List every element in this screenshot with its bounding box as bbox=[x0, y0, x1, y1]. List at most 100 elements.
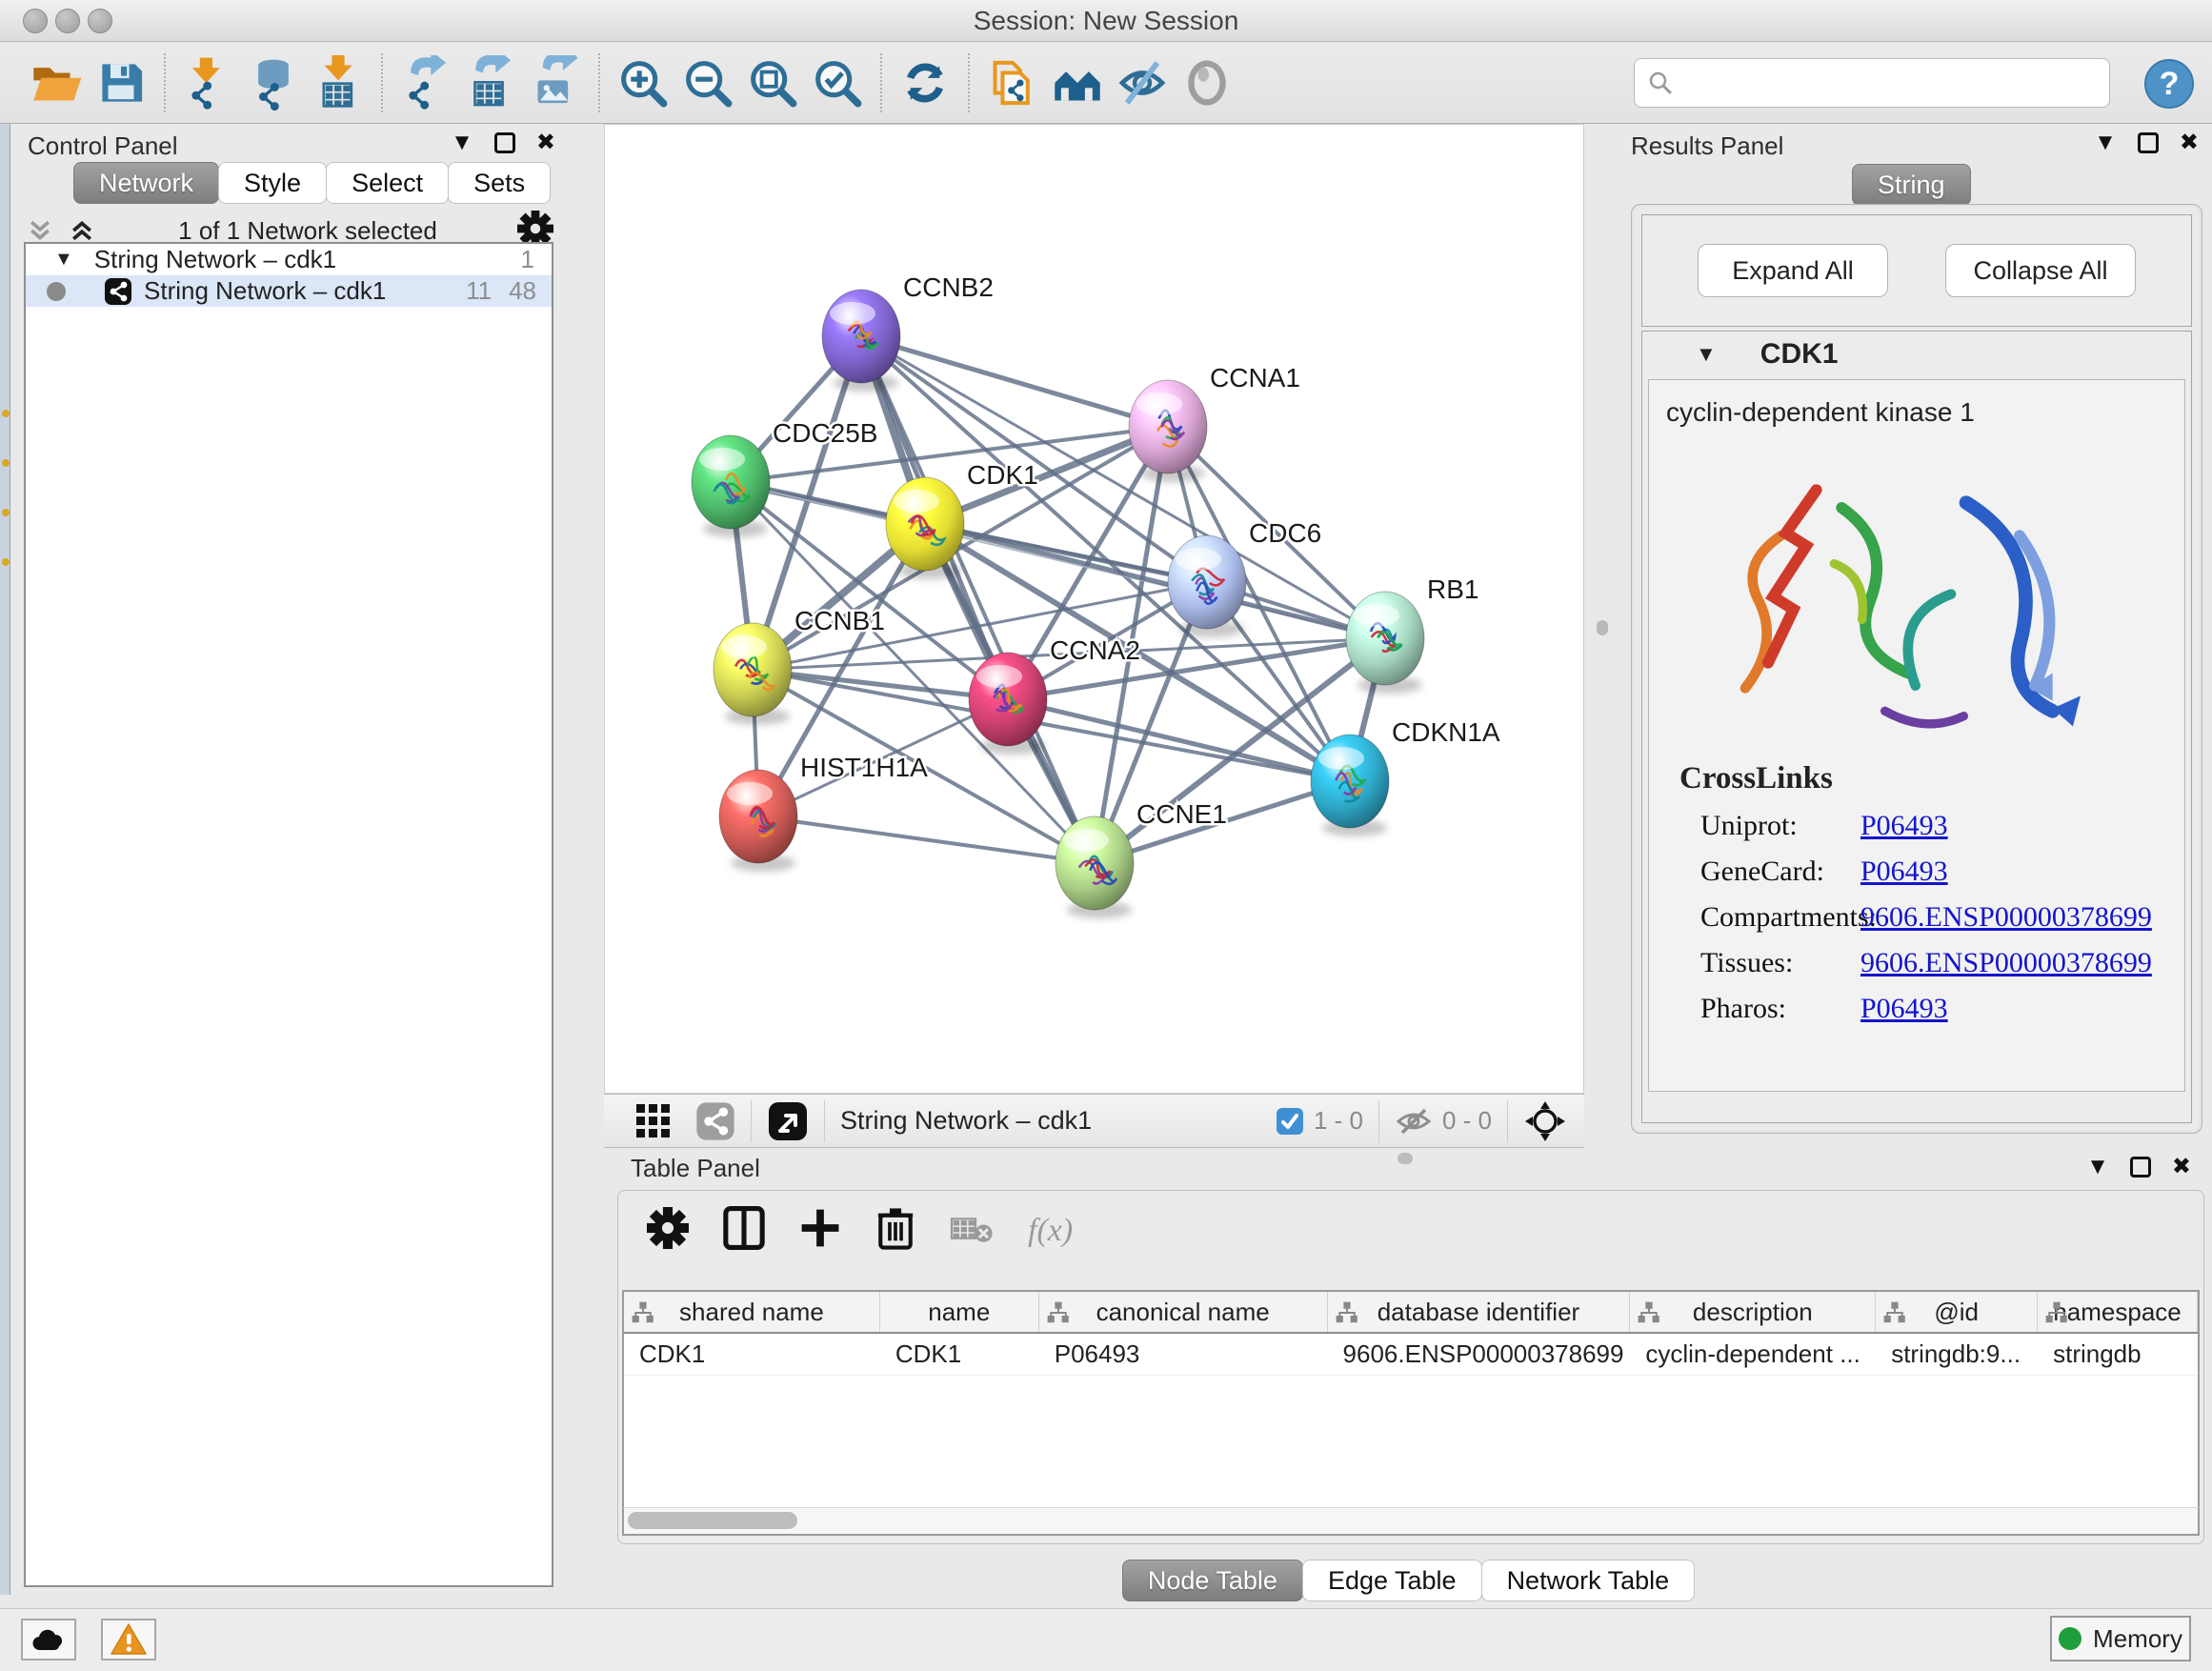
save-session-button[interactable] bbox=[93, 55, 149, 111]
table-panel-close-icon[interactable]: ✖ bbox=[2172, 1156, 2191, 1178]
column-header-description[interactable]: description bbox=[1630, 1292, 1876, 1332]
node-HIST1H1A[interactable] bbox=[719, 770, 797, 872]
column-header-database-identifier[interactable]: database identifier bbox=[1328, 1292, 1631, 1332]
zoom-in-button[interactable] bbox=[615, 55, 671, 111]
node-table[interactable]: shared namenamecanonical namedatabase id… bbox=[622, 1290, 2200, 1507]
network-overview-icon[interactable] bbox=[695, 1101, 735, 1141]
zoom-selected-button[interactable] bbox=[810, 55, 865, 111]
control-panel-menu-icon[interactable]: ▼ bbox=[451, 131, 473, 154]
expand-all-networks-icon[interactable] bbox=[66, 216, 98, 245]
collapse-all-networks-icon[interactable] bbox=[24, 216, 56, 245]
search-icon bbox=[1646, 69, 1675, 97]
canvas-results-splitter[interactable] bbox=[1584, 124, 1619, 1094]
birdseye-grid-icon[interactable] bbox=[634, 1102, 673, 1140]
import-table-file-button[interactable] bbox=[311, 55, 366, 111]
results-panel-float-icon[interactable] bbox=[2138, 132, 2159, 153]
node-RB1[interactable] bbox=[1346, 592, 1424, 694]
control-panel-float-icon[interactable] bbox=[494, 132, 515, 153]
tab-string[interactable]: String bbox=[1852, 164, 1971, 206]
refresh-view-button[interactable] bbox=[897, 55, 953, 111]
table-row[interactable]: CDK1CDK1P064939606.ENSP00000378699cyclin… bbox=[624, 1334, 2198, 1376]
collapse-all-button[interactable]: Collapse All bbox=[1945, 244, 2136, 297]
show-graphics-details-button[interactable] bbox=[1179, 55, 1235, 111]
export-table-button[interactable] bbox=[463, 55, 518, 111]
crosslink-link[interactable]: P06493 bbox=[1860, 993, 1948, 1025]
crosslink-link[interactable]: P06493 bbox=[1860, 856, 1948, 888]
tab-edge-table[interactable]: Edge Table bbox=[1302, 1560, 1482, 1601]
tab-sets[interactable]: Sets bbox=[448, 162, 551, 204]
network-row[interactable]: String Network – cdk1 11 48 bbox=[26, 275, 552, 307]
section-collapse-icon[interactable]: ▼ bbox=[1696, 342, 1717, 367]
table-panel-menu-icon[interactable]: ▼ bbox=[2086, 1156, 2109, 1178]
hidden-eye-slash-icon[interactable] bbox=[1395, 1106, 1433, 1137]
node-CCNB1[interactable] bbox=[714, 623, 792, 725]
import-network-database-button[interactable] bbox=[246, 55, 301, 111]
function-builder-button[interactable]: f(x) bbox=[1028, 1213, 1073, 1249]
table-panel-float-icon[interactable] bbox=[2130, 1157, 2151, 1178]
tab-network-table[interactable]: Network Table bbox=[1481, 1560, 1696, 1601]
network-collection-row[interactable]: ▼ String Network – cdk1 1 bbox=[26, 244, 552, 275]
edge-CCNB2-CCNE1[interactable] bbox=[861, 336, 1095, 863]
export-network-button[interactable] bbox=[398, 55, 453, 111]
node-CDKN1A[interactable] bbox=[1311, 735, 1389, 836]
table-settings-button[interactable] bbox=[647, 1207, 689, 1254]
selected-nodes-checkbox-icon[interactable] bbox=[1276, 1107, 1304, 1136]
network-selection-status: 1 of 1 Network selected bbox=[98, 216, 517, 246]
edge-CCNB2-CCNA1[interactable] bbox=[861, 336, 1168, 427]
results-panel-menu-icon[interactable]: ▼ bbox=[2094, 131, 2117, 154]
crosslinks-title: CrossLinks bbox=[1679, 761, 2152, 796]
column-header--id[interactable]: @id bbox=[1876, 1292, 2038, 1332]
help-button[interactable]: ? bbox=[2142, 56, 2197, 111]
edge-HIST1H1A-CCNE1[interactable] bbox=[758, 816, 1095, 863]
tab-style[interactable]: Style bbox=[218, 162, 327, 204]
column-header-shared-name[interactable]: shared name bbox=[624, 1292, 880, 1332]
export-image-icon bbox=[528, 55, 583, 111]
node-CCNE1[interactable] bbox=[1056, 816, 1134, 918]
node-CCNB2[interactable] bbox=[822, 290, 900, 392]
node-label-CCNA1: CCNA1 bbox=[1210, 363, 1300, 393]
control-panel-close-icon[interactable]: ✖ bbox=[536, 131, 555, 154]
table-horizontal-scrollbar[interactable] bbox=[622, 1507, 2200, 1536]
node-CDC25B[interactable] bbox=[692, 435, 770, 537]
tab-select[interactable]: Select bbox=[326, 162, 449, 204]
warnings-button[interactable] bbox=[101, 1619, 156, 1661]
column-header-canonical-name[interactable]: canonical name bbox=[1039, 1292, 1328, 1332]
crosslink-label: Tissues: bbox=[1679, 947, 1860, 979]
clone-network-button[interactable] bbox=[985, 55, 1040, 111]
column-header-name[interactable]: name bbox=[880, 1292, 1039, 1332]
hide-graphics-details-button[interactable] bbox=[1115, 55, 1170, 111]
memory-button[interactable]: Memory bbox=[2050, 1616, 2191, 1661]
tab-network[interactable]: Network bbox=[73, 162, 219, 204]
crosslink-link[interactable]: 9606.ENSP00000378699 bbox=[1860, 901, 2152, 934]
import-network-file-icon bbox=[181, 55, 236, 111]
delete-table-button[interactable] bbox=[950, 1212, 994, 1249]
import-network-file-button[interactable] bbox=[181, 55, 236, 111]
zoom-fit-button[interactable] bbox=[745, 55, 800, 111]
first-neighbors-button[interactable] bbox=[1050, 55, 1105, 111]
show-columns-button[interactable] bbox=[723, 1206, 765, 1255]
fit-content-crosshair-icon[interactable] bbox=[1523, 1099, 1567, 1143]
open-session-button[interactable] bbox=[29, 55, 84, 111]
collection-expander-icon[interactable]: ▼ bbox=[54, 249, 73, 271]
detach-view-icon[interactable] bbox=[767, 1100, 809, 1142]
results-panel-close-icon[interactable]: ✖ bbox=[2180, 131, 2199, 154]
zoom-out-button[interactable] bbox=[680, 55, 735, 111]
table-panel-tabs: Node TableEdge TableNetwork Table bbox=[604, 1560, 2212, 1601]
expand-all-button[interactable]: Expand All bbox=[1698, 244, 1888, 297]
crosslink-link[interactable]: P06493 bbox=[1860, 810, 1948, 842]
scrollbar-thumb[interactable] bbox=[628, 1512, 797, 1529]
node-CCNA1[interactable] bbox=[1129, 380, 1207, 482]
search-box[interactable] bbox=[1634, 58, 2110, 108]
crosslink-link[interactable]: 9606.ENSP00000378699 bbox=[1860, 947, 2152, 979]
add-column-button[interactable] bbox=[799, 1207, 841, 1254]
export-image-button[interactable] bbox=[528, 55, 583, 111]
save-session-icon bbox=[95, 57, 147, 109]
network-canvas[interactable]: CCNB2CCNA1CDC25BCDK1CDC6RB1CCNB1CCNA2CDK… bbox=[604, 124, 1584, 1094]
cloud-status-button[interactable] bbox=[21, 1619, 76, 1661]
column-header-namespace[interactable]: namespace bbox=[2038, 1292, 2198, 1332]
selected-count: 1 - 0 bbox=[1314, 1106, 1363, 1136]
delete-column-button[interactable] bbox=[875, 1206, 915, 1255]
crosslink-label: GeneCard: bbox=[1679, 856, 1860, 888]
search-input[interactable] bbox=[1675, 69, 2084, 98]
tab-node-table[interactable]: Node Table bbox=[1122, 1560, 1303, 1601]
